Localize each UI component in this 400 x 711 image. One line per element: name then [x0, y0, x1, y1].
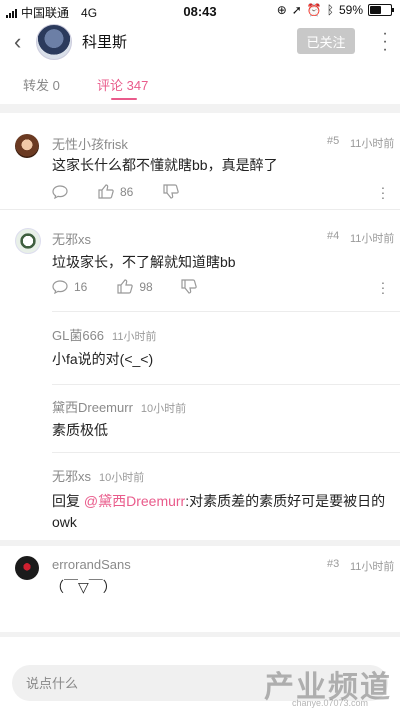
avatar[interactable] [15, 134, 39, 158]
page-title[interactable]: 科里斯 [82, 31, 127, 52]
reply-item: 黛西Dreemurr 10小时前 素质极低 [0, 385, 400, 453]
reply-author-name[interactable]: GL菌666 [52, 328, 104, 343]
reply-author-name[interactable]: 黛西Dreemurr [52, 400, 133, 415]
chevron-left-icon[interactable]: ‹ [14, 31, 21, 53]
like-button[interactable]: 98 [117, 279, 153, 294]
watermark-logo: 产业频道 chanye.07073.com [262, 662, 400, 711]
tab-repost[interactable]: 转发 0 [23, 75, 60, 94]
reply-item: 无邪xs 10小时前 回复 @黛西Dreemurr:对素质差的素质好可是要被日的 … [0, 453, 400, 543]
comment-author[interactable]: 无性小孩frisk [52, 134, 128, 153]
reply-button[interactable] [52, 184, 68, 199]
comment-time: 11小时前 [350, 138, 395, 150]
reply-time: 11小时前 [112, 331, 157, 343]
vertical-ellipsis-icon[interactable]: · · · [380, 180, 386, 204]
reply-text: 素质极低 [52, 422, 108, 438]
comment-text: （￣▽￣） [50, 579, 117, 595]
comment-floor: #3 [327, 558, 340, 570]
comment-time: 11小时前 [350, 233, 395, 245]
thumbs-up-icon [98, 184, 114, 199]
comment-actions: 16 98 [52, 279, 227, 294]
status-right: ⊕ ➚ ⏰ ᛒ 59% [276, 3, 394, 17]
comment-time: 11小时前 [350, 561, 395, 573]
alarm-icon: ⏰ [306, 3, 322, 17]
like-count: 86 [120, 184, 134, 199]
reply-text: 回复 @黛西Dreemurr:对素质差的素质好可是要被日的 [52, 491, 385, 511]
tab-comments[interactable]: 评论 347 [97, 75, 148, 94]
thumbs-down-icon [181, 279, 197, 294]
comment-item: errorandSans #3 11小时前 （￣▽￣） [0, 546, 400, 637]
reply-author: 黛西Dreemurr 10小时前 [52, 397, 186, 416]
reply-author: GL菌666 11小时前 [52, 325, 156, 344]
avatar[interactable] [15, 228, 41, 254]
vertical-ellipsis-icon[interactable]: · · · [381, 26, 389, 58]
thumbs-up-icon [117, 279, 134, 294]
avatar[interactable] [36, 24, 72, 60]
battery-fill [370, 6, 382, 14]
reply-item: GL菌666 11小时前 小fa说的对(<_<) [0, 312, 400, 385]
follow-button[interactable]: 已关注 [297, 28, 355, 54]
navigation-icon: ➚ [291, 3, 302, 17]
comment-item: 无性小孩frisk #5 11小时前 这家长什么都不懂就瞎bb，真是醉了 86 … [0, 113, 400, 210]
like-button[interactable]: 86 [98, 184, 133, 199]
watermark-url: chanye.07073.com [292, 698, 369, 708]
comment-bubble-icon [52, 279, 68, 294]
reply-text-line2: owk [52, 514, 77, 530]
tab-bar: 转发 0 评论 347 [0, 70, 400, 104]
section-divider [0, 632, 400, 637]
dislike-button[interactable] [181, 279, 197, 294]
reply-text: 小fa说的对(<_<) [52, 351, 154, 367]
vertical-ellipsis-icon[interactable]: · · · [380, 275, 386, 299]
reply-body: :对素质差的素质好可是要被日的 [185, 493, 386, 509]
comment-floor: #4 [327, 230, 340, 242]
comment-item: 无邪xs #4 11小时前 垃圾家长，不了解就知道瞎bb 16 98 · · · [0, 210, 400, 312]
status-bar: 中国联通 4G 08:43 ⊕ ➚ ⏰ ᛒ 59% [0, 0, 400, 22]
location-icon: ⊕ [276, 3, 287, 17]
reply-time: 10小时前 [140, 403, 187, 415]
active-tab-indicator [111, 98, 137, 100]
reply-count: 16 [74, 279, 88, 294]
comment-author[interactable]: 无邪xs [52, 229, 91, 248]
battery-percent: 59% [338, 3, 363, 17]
battery-icon [368, 4, 394, 16]
reply-author: 无邪xs 10小时前 [52, 466, 144, 485]
header: ‹ 科里斯 已关注 · · · [0, 22, 400, 62]
thumbs-down-icon [163, 184, 180, 199]
like-count: 98 [139, 279, 153, 294]
bluetooth-icon: ᛒ [326, 3, 334, 17]
comment-floor: #5 [327, 135, 340, 147]
comment-author[interactable]: errorandSans [52, 557, 131, 572]
reply-time: 10小时前 [99, 472, 145, 484]
comment-actions: 86 [52, 184, 209, 199]
section-divider [0, 104, 400, 113]
reply-button[interactable]: 16 [52, 280, 87, 294]
avatar[interactable] [15, 556, 39, 580]
dislike-button[interactable] [163, 184, 180, 199]
comment-text: 这家长什么都不懂就瞎bb，真是醉了 [52, 157, 278, 173]
reply-prefix: 回复 [52, 493, 84, 509]
reply-author-name[interactable]: 无邪xs [52, 469, 91, 484]
comment-bubble-icon [52, 184, 68, 199]
comment-text: 垃圾家长，不了解就知道瞎bb [52, 254, 236, 270]
mention-link[interactable]: @黛西Dreemurr [84, 493, 185, 509]
